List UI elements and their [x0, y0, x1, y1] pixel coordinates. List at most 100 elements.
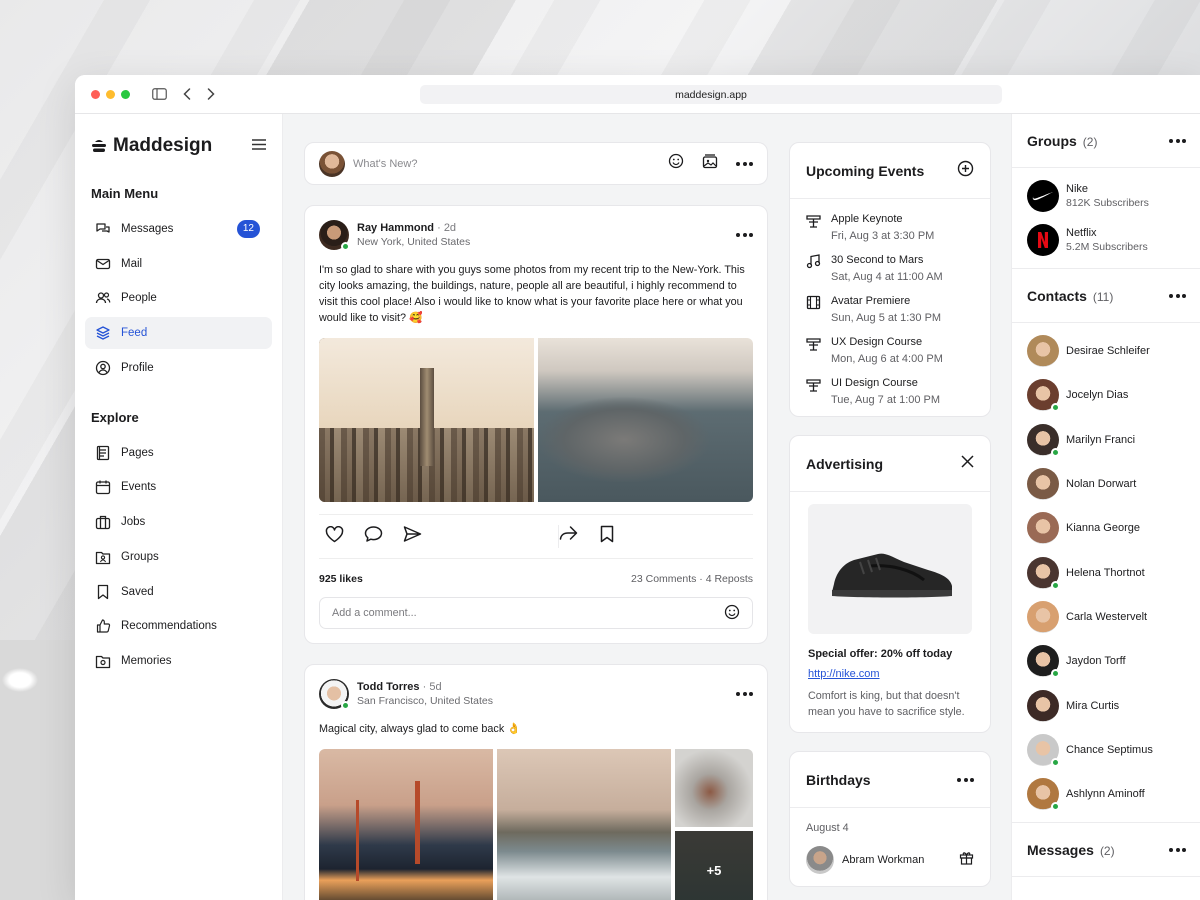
sidebar-item-events[interactable]: Events — [85, 471, 272, 503]
more-photos-tile[interactable]: +5 — [675, 831, 753, 900]
more-options-icon[interactable] — [1169, 138, 1186, 143]
avatar — [1027, 645, 1060, 679]
forward-arrow-icon[interactable] — [207, 88, 215, 100]
envelope-icon — [95, 258, 111, 269]
send-icon[interactable] — [403, 525, 422, 548]
contact-item[interactable]: Carla Westervelt — [1012, 595, 1200, 639]
author-name[interactable]: Todd Torres — [357, 681, 420, 693]
photo-golden-gate-fog[interactable] — [675, 749, 753, 827]
comment-input[interactable]: Add a comment... — [319, 597, 753, 629]
sidebar-item-saved[interactable]: Saved — [85, 576, 272, 608]
comment-icon[interactable] — [364, 525, 383, 548]
heart-icon[interactable] — [325, 525, 344, 548]
back-arrow-icon[interactable] — [183, 88, 191, 100]
post-menu-icon[interactable] — [736, 692, 753, 696]
share-arrow-icon[interactable] — [559, 525, 578, 548]
event-title: Apple Keynote — [831, 213, 903, 225]
contacts-count: (11) — [1092, 289, 1114, 304]
ad-sneaker-image[interactable] — [808, 504, 972, 634]
whats-new-input[interactable]: What's New? — [353, 158, 660, 170]
birthday-item[interactable]: Abram Workman — [790, 834, 990, 886]
author-name[interactable]: Ray Hammond — [357, 222, 434, 234]
event-date: Mon, Aug 6 at 4:00 PM — [831, 353, 943, 365]
post-text: I'm so glad to share with you guys some … — [319, 264, 745, 324]
sidebar-item-messages[interactable]: Messages 12 — [85, 213, 272, 245]
sidebar-item-groups[interactable]: Groups — [85, 541, 272, 573]
photo-folder-icon — [95, 655, 111, 669]
contact-item[interactable]: Desirae Schleifer — [1012, 329, 1200, 373]
sidebar-item-profile[interactable]: Profile — [85, 352, 272, 384]
photo-golden-gate-sunset[interactable] — [319, 749, 493, 900]
contact-item[interactable]: Jocelyn Dias — [1012, 373, 1200, 417]
event-item[interactable]: UI Design Course Tue, Aug 7 at 1:00 PM — [790, 377, 990, 406]
sidebar-item-jobs[interactable]: Jobs — [85, 506, 272, 538]
contact-item[interactable]: Chance Septimus — [1012, 728, 1200, 772]
address-bar[interactable]: maddesign.app — [420, 85, 1002, 104]
contact-item[interactable]: Kianna George — [1012, 506, 1200, 550]
sidebar: Maddesign Main Menu Messages 12 Mail Peo… — [75, 114, 283, 900]
avatar[interactable] — [319, 679, 350, 710]
contact-item[interactable]: Mira Curtis — [1012, 683, 1200, 727]
avatar[interactable] — [319, 150, 345, 177]
post-menu-icon[interactable] — [736, 233, 753, 237]
comments-count[interactable]: 23 Comments — [631, 573, 696, 585]
group-item[interactable]: Netflix 5.2M Subscribers — [1012, 218, 1200, 262]
post-stats: 925 likes 23 Comments · 4 Reposts — [319, 558, 753, 585]
hamburger-menu-icon[interactable] — [252, 137, 266, 155]
event-item[interactable]: 30 Second to Mars Sat, Aug 4 at 11:00 AM — [790, 254, 990, 283]
bookmark-icon[interactable] — [600, 525, 614, 548]
profile-circle-icon — [95, 360, 111, 375]
post-text: Magical city, always glad to come back 👌 — [319, 723, 521, 735]
contact-item[interactable]: Ashlynn Aminoff — [1012, 772, 1200, 816]
post-photos — [319, 338, 753, 502]
event-title: 30 Second to Mars — [831, 254, 924, 266]
sidebar-item-feed[interactable]: Feed — [85, 317, 272, 350]
sidebar-item-pages[interactable]: Pages — [85, 437, 272, 469]
more-options-icon[interactable] — [1169, 293, 1186, 298]
contact-item[interactable]: Marilyn Franci — [1012, 418, 1200, 462]
contact-item[interactable]: Helena Thortnot — [1012, 550, 1200, 594]
contact-name: Helena Thortnot — [1066, 566, 1145, 579]
avatar[interactable] — [319, 220, 350, 251]
avatar — [1027, 733, 1060, 767]
avatar — [1027, 335, 1059, 368]
sidebar-item-people[interactable]: People — [85, 282, 272, 314]
contact-name: Ashlynn Aminoff — [1066, 788, 1145, 801]
minimize-window-button[interactable] — [106, 89, 115, 99]
more-options-icon[interactable] — [736, 161, 753, 166]
chat-bubbles-icon — [96, 223, 110, 233]
reposts-count[interactable]: 4 Reposts — [706, 573, 753, 585]
sidebar-item-recommendations[interactable]: Recommendations — [85, 610, 272, 642]
sidebar-item-mail[interactable]: Mail — [85, 248, 272, 280]
brand-logo[interactable]: Maddesign — [91, 135, 212, 157]
sidebar-toggle-icon[interactable] — [152, 88, 167, 100]
contact-item[interactable]: Nolan Dorwart — [1012, 462, 1200, 506]
app-body: Maddesign Main Menu Messages 12 Mail Peo… — [75, 114, 1200, 900]
photo-new-york-skyline[interactable] — [319, 338, 534, 502]
photo-new-york-aerial[interactable] — [538, 338, 753, 502]
more-options-icon[interactable] — [957, 777, 974, 782]
event-item[interactable]: Avatar Premiere Sun, Aug 5 at 1:30 PM — [790, 295, 990, 324]
gift-icon[interactable] — [959, 850, 974, 870]
maximize-window-button[interactable] — [121, 89, 130, 99]
sidebar-item-memories[interactable]: Memories — [85, 645, 272, 677]
close-window-button[interactable] — [91, 89, 100, 99]
emoji-icon[interactable] — [724, 604, 740, 623]
post-meta: Ray Hammond · 2d New York, United States — [357, 222, 728, 248]
group-item[interactable]: Nike 812K Subscribers — [1012, 174, 1200, 218]
likes-count[interactable]: 925 likes — [319, 573, 363, 585]
emoji-icon[interactable] — [668, 153, 684, 174]
post-location: New York, United States — [357, 236, 471, 248]
photo-column: +5 — [675, 749, 753, 900]
close-icon[interactable] — [961, 454, 974, 473]
photo-golden-gate-beach[interactable] — [497, 749, 671, 900]
event-item[interactable]: UX Design Course Mon, Aug 6 at 4:00 PM — [790, 336, 990, 365]
contact-item[interactable]: Jaydon Torff — [1012, 639, 1200, 683]
event-item[interactable]: Apple Keynote Fri, Aug 3 at 3:30 PM — [790, 213, 990, 242]
online-indicator — [341, 242, 350, 251]
online-indicator — [1051, 580, 1060, 590]
image-gallery-icon[interactable] — [702, 153, 718, 174]
ad-link[interactable]: http://nike.com — [808, 668, 972, 680]
more-options-icon[interactable] — [1169, 847, 1186, 852]
add-circle-icon[interactable] — [957, 160, 974, 182]
